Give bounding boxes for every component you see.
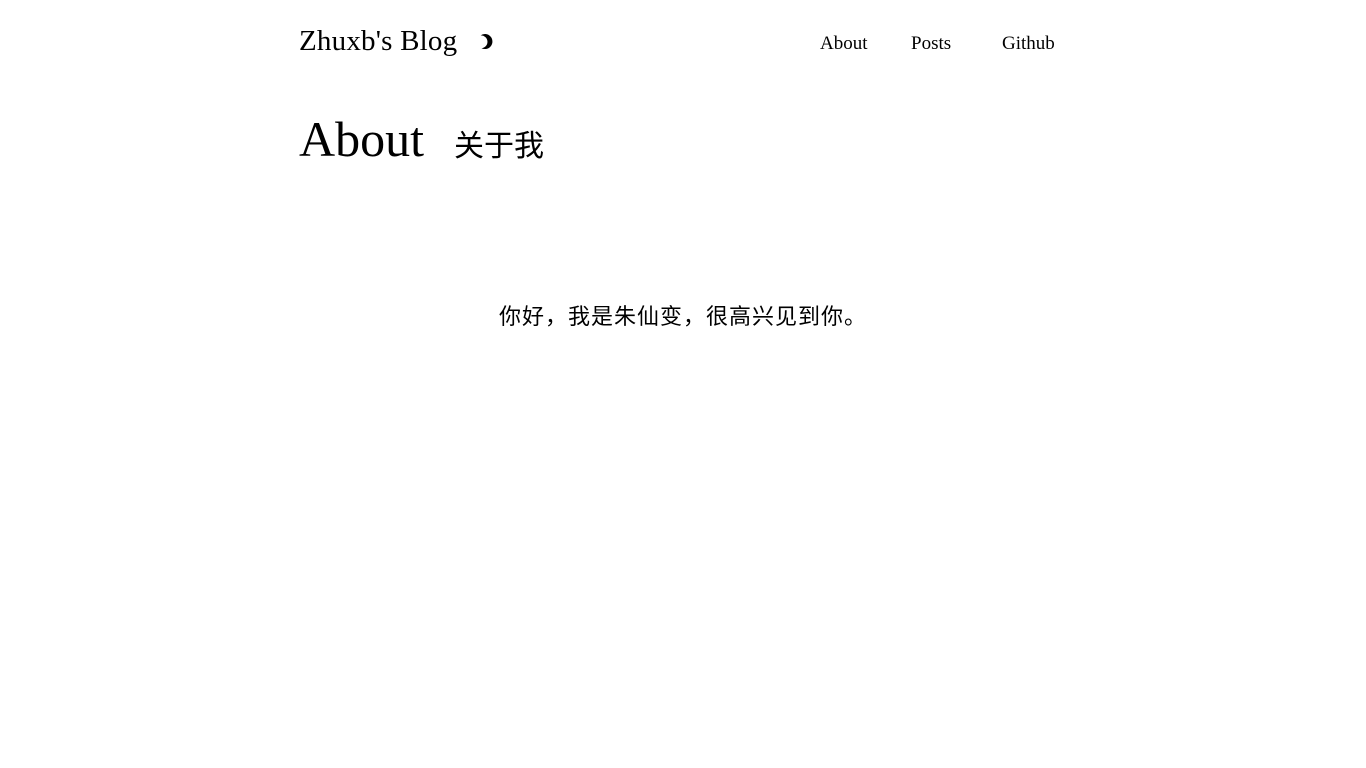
about-text: 你好，我是朱仙变，很高兴见到你。 <box>498 305 867 330</box>
page-heading: About 关于我 <box>299 108 544 170</box>
main-nav: About Posts Github <box>0 30 1366 60</box>
page-subtitle: 关于我 <box>454 129 544 164</box>
nav-item-posts[interactable]: Posts <box>911 30 951 58</box>
site-header: Zhuxb's Blog About Posts Github <box>0 0 1366 90</box>
page-title: About <box>299 111 424 167</box>
nav-item-about[interactable]: About <box>820 30 868 58</box>
nav-item-github[interactable]: Github <box>1002 30 1055 58</box>
